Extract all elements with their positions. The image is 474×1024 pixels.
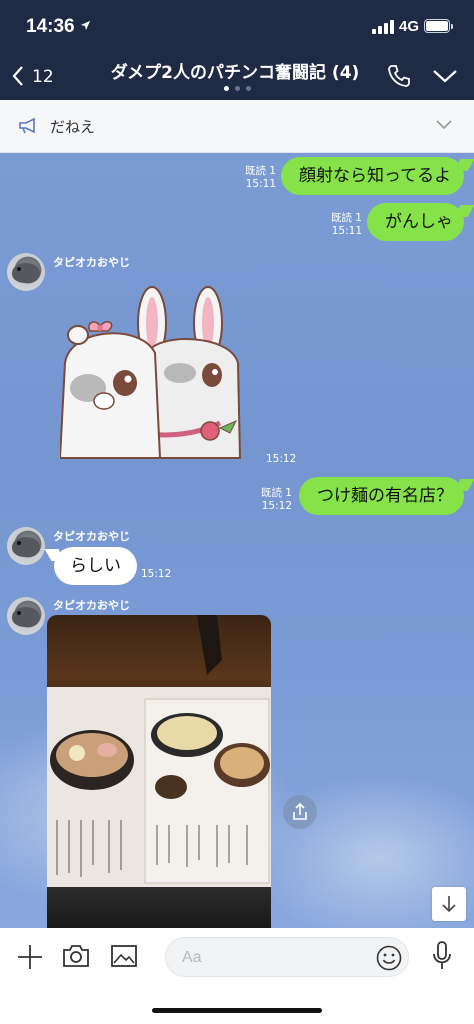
avatar[interactable] <box>7 253 45 291</box>
chat-title: ダメプ2人のパチンコ奮闘記 (4) <box>110 63 360 83</box>
camera-icon[interactable] <box>62 944 90 968</box>
chat-header: 12 ダメプ2人のパチンコ奮闘記 (4) <box>0 54 474 100</box>
sender-name: タピオカおやじ <box>53 256 130 269</box>
message-meta: 既読 1 15:12 <box>252 487 292 513</box>
sticker[interactable] <box>60 283 245 463</box>
read-receipt: 既読 1 <box>244 165 276 177</box>
message-input[interactable] <box>180 944 364 972</box>
menu-photo <box>47 615 271 887</box>
home-indicator[interactable] <box>152 1008 322 1013</box>
phone-icon[interactable] <box>387 64 411 88</box>
message-time: 15:12 <box>141 568 172 580</box>
chevron-left-icon <box>12 66 23 86</box>
microphone-icon[interactable] <box>432 941 452 971</box>
chevron-down-icon[interactable] <box>436 120 452 130</box>
sender-name: タピオカおやじ <box>53 530 130 543</box>
message-field[interactable] <box>165 937 409 977</box>
unread-count: 12 <box>32 67 54 87</box>
status-bar: 14:36 4G <box>0 0 474 54</box>
announcement-bar[interactable]: だねえ <box>0 100 474 153</box>
network-type: 4G <box>399 18 420 35</box>
emoji-icon[interactable] <box>376 945 402 971</box>
message-time: 15:11 <box>245 178 276 190</box>
location-arrow-icon <box>80 20 90 31</box>
arrow-down-icon <box>442 896 456 913</box>
message-time: 15:12 <box>266 453 297 465</box>
read-receipt: 既読 1 <box>260 487 292 499</box>
announcement-text: だねえ <box>50 118 96 136</box>
battery-icon <box>424 19 453 33</box>
message-time: 15:11 <box>331 225 362 237</box>
input-bar <box>0 928 474 1024</box>
chat-area[interactable]: 既読 1 15:11 顔射なら知ってるよ 既読 1 15:11 がんしゃ タピオ… <box>0 153 474 928</box>
share-button[interactable] <box>283 795 317 829</box>
sender-name: タピオカおやじ <box>53 599 130 612</box>
read-receipt: 既読 1 <box>330 212 362 224</box>
message-time: 15:12 <box>261 500 292 512</box>
signal-icon <box>372 20 396 34</box>
avatar[interactable] <box>7 597 45 635</box>
outgoing-message[interactable]: つけ麺の有名店？ <box>299 477 464 515</box>
photo-message[interactable] <box>47 615 271 928</box>
outgoing-message[interactable]: がんしゃ <box>367 203 464 241</box>
avatar[interactable] <box>7 527 45 565</box>
status-time: 14:36 <box>26 16 91 38</box>
incoming-message[interactable]: らしい <box>54 547 137 585</box>
message-meta: 既読 1 15:11 <box>322 212 362 238</box>
plus-icon[interactable] <box>17 944 43 970</box>
outgoing-message[interactable]: 顔射なら知ってるよ <box>281 157 464 195</box>
chevron-down-icon[interactable] <box>432 68 458 84</box>
share-icon <box>293 803 307 820</box>
message-meta: 既読 1 15:11 <box>236 165 276 191</box>
megaphone-icon <box>19 117 35 134</box>
scroll-to-bottom-button[interactable] <box>432 887 466 921</box>
image-icon[interactable] <box>111 945 137 967</box>
